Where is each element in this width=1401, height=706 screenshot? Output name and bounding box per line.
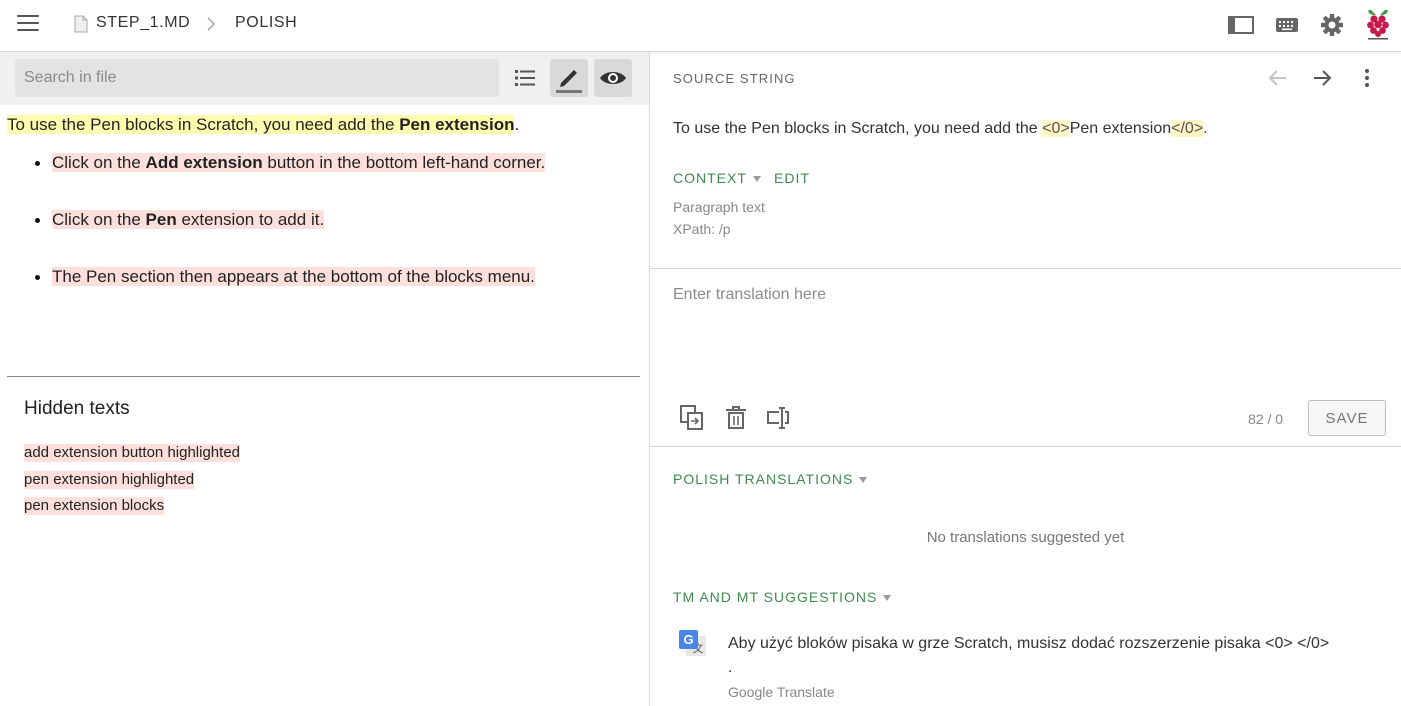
copy-source-icon[interactable]	[679, 404, 705, 432]
preview-eye-icon[interactable]	[594, 59, 632, 97]
suggestion-source: Google Translate	[728, 684, 835, 700]
placeholder-tag[interactable]: </0>	[1171, 120, 1204, 137]
list-item[interactable]: The Pen section then appears at the bott…	[35, 266, 535, 288]
tm-mt-suggestions-toggle[interactable]: TM AND MT SUGGESTIONS	[673, 589, 892, 605]
chevron-right-icon	[207, 17, 216, 31]
divider	[650, 268, 1401, 269]
raspberry-pi-logo[interactable]	[1364, 6, 1392, 42]
caret-down-icon	[859, 477, 868, 484]
list-item[interactable]: Click on the Add extension button in the…	[34, 152, 546, 174]
placeholder-tag[interactable]: <0>	[1042, 120, 1070, 137]
save-button[interactable]: SAVE	[1308, 400, 1386, 436]
menu-icon[interactable]	[17, 15, 39, 33]
edit-context-button[interactable]: EDIT	[774, 170, 810, 186]
preview-toolbar	[0, 52, 649, 105]
list-view-icon[interactable]	[506, 59, 544, 97]
divider	[7, 376, 640, 377]
delete-icon[interactable]	[723, 404, 749, 432]
context-toggle[interactable]: CONTEXT	[673, 170, 761, 186]
sidebar-toggle-icon[interactable]	[1227, 12, 1255, 38]
divider	[650, 446, 1401, 447]
file-preview-panel: To use the Pen blocks in Scratch, you ne…	[0, 52, 649, 706]
text-cursor-icon[interactable]	[766, 404, 792, 432]
source-string-text: To use the Pen blocks in Scratch, you ne…	[673, 120, 1208, 137]
more-vert-icon[interactable]	[1355, 66, 1379, 90]
context-line: Paragraph text	[673, 199, 765, 215]
breadcrumb-file[interactable]: STEP_1.MD	[96, 14, 190, 32]
hidden-texts-heading: Hidden texts	[24, 398, 130, 419]
context-line: XPath: /p	[673, 221, 731, 237]
machine-translation-suggestion[interactable]: Aby użyć bloków pisaka w grze Scratch, m…	[728, 632, 1338, 680]
hidden-text-item[interactable]: pen extension highlighted	[24, 471, 195, 489]
search-input[interactable]	[15, 59, 499, 97]
list-item[interactable]: Click on the Pen extension to add it.	[34, 209, 325, 231]
caret-down-icon	[883, 595, 892, 602]
svg-text:G: G	[683, 632, 693, 647]
google-translate-icon: 文 G	[679, 630, 706, 656]
file-icon	[74, 15, 88, 33]
polish-translations-toggle[interactable]: POLISH TRANSLATIONS	[673, 471, 868, 487]
caret-down-icon	[752, 176, 761, 183]
arrow-right-icon[interactable]	[1310, 66, 1334, 90]
hidden-text-item[interactable]: pen extension blocks	[24, 497, 165, 515]
source-string-label: SOURCE STRING	[673, 71, 796, 86]
translation-input[interactable]	[673, 286, 1373, 386]
gear-icon[interactable]	[1318, 12, 1346, 38]
character-counter: 82 / 0	[1248, 411, 1284, 427]
intro-paragraph[interactable]: To use the Pen blocks in Scratch, you ne…	[7, 114, 519, 136]
keyboard-icon[interactable]	[1273, 12, 1301, 38]
top-bar: STEP_1.MD POLISH	[0, 0, 1401, 52]
arrow-left-icon[interactable]	[1266, 66, 1290, 90]
no-translations-message: No translations suggested yet	[926, 529, 1125, 546]
edit-mode-icon[interactable]	[550, 59, 588, 97]
translation-panel: SOURCE STRING To use the Pen blocks in S…	[650, 52, 1401, 706]
hidden-text-item[interactable]: add extension button highlighted	[24, 444, 241, 462]
breadcrumb-language[interactable]: POLISH	[235, 14, 297, 32]
